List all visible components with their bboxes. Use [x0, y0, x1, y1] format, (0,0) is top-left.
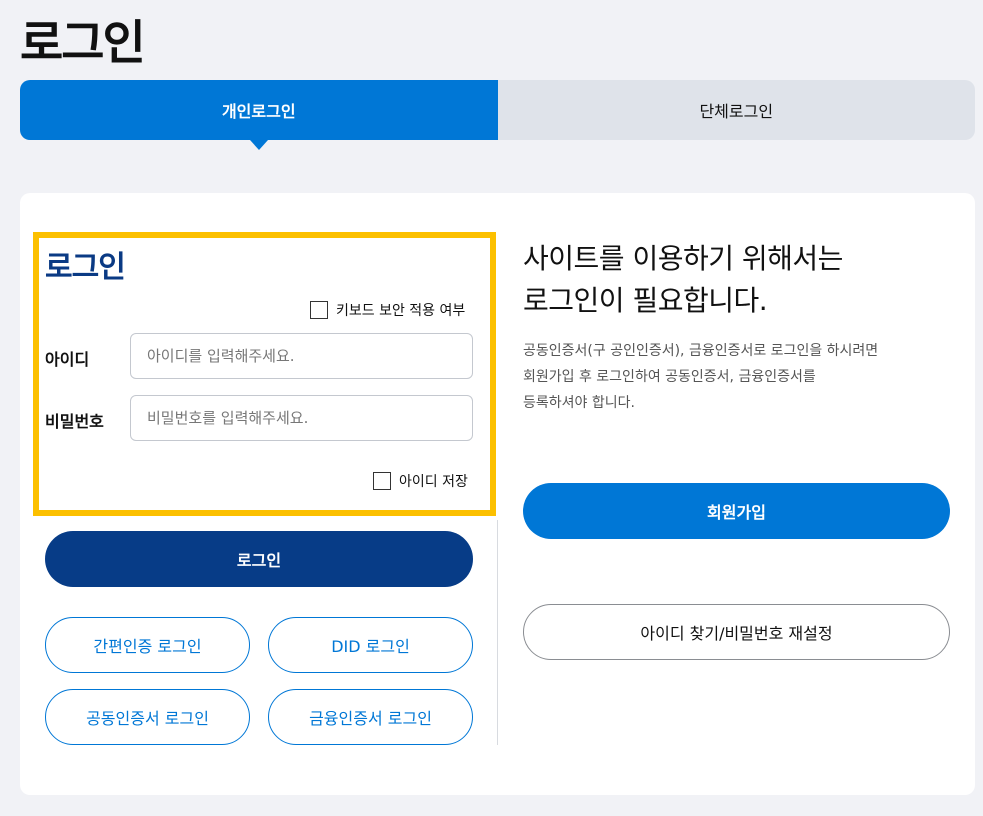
join-button[interactable]: 회원가입 [523, 483, 950, 539]
login-required-heading: 사이트를 이용하기 위해서는 로그인이 필요합니다. [523, 238, 943, 322]
keyboard-security-row: 키보드 보안 적용 여부 [310, 300, 465, 320]
desc-line-2: 회원가입 후 로그인하여 공동인증서, 금융인증서를 [523, 369, 816, 385]
heading-line-2: 로그인이 필요합니다. [523, 284, 768, 317]
section-divider [497, 520, 498, 745]
page-title: 로그인 [20, 16, 146, 71]
id-label: 아이디 [45, 350, 90, 369]
password-label: 비밀번호 [45, 412, 104, 431]
joint-cert-login-button[interactable]: 공동인증서 로그인 [45, 689, 250, 745]
login-type-tabs: 개인로그인 단체로그인 [20, 80, 975, 140]
save-id-label: 아이디 저장 [399, 474, 468, 490]
password-input[interactable] [130, 395, 473, 441]
login-form-title: 로그인 [45, 250, 126, 285]
financial-cert-login-button[interactable]: 금융인증서 로그인 [268, 689, 473, 745]
tab-personal-login[interactable]: 개인로그인 [20, 80, 498, 140]
login-button[interactable]: 로그인 [45, 531, 473, 587]
certificate-description: 공동인증서(구 공인인증서), 금융인증서로 로그인을 하시려면 회원가입 후 … [523, 338, 953, 416]
keyboard-security-checkbox[interactable] [310, 301, 328, 319]
desc-line-1: 공동인증서(구 공인인증서), 금융인증서로 로그인을 하시려면 [523, 343, 879, 359]
find-id-reset-password-button[interactable]: 아이디 찾기/비밀번호 재설정 [523, 604, 950, 660]
simple-auth-login-button[interactable]: 간편인증 로그인 [45, 617, 250, 673]
keyboard-security-label: 키보드 보안 적용 여부 [336, 303, 466, 319]
did-login-button[interactable]: DID 로그인 [268, 617, 473, 673]
tab-group-login[interactable]: 단체로그인 [497, 80, 975, 140]
save-id-checkbox[interactable] [373, 472, 391, 490]
heading-line-1: 사이트를 이용하기 위해서는 [523, 242, 843, 275]
save-id-row: 아이디 저장 [373, 471, 468, 491]
desc-line-3: 등록하셔야 합니다. [523, 395, 635, 411]
id-input[interactable] [130, 333, 473, 379]
